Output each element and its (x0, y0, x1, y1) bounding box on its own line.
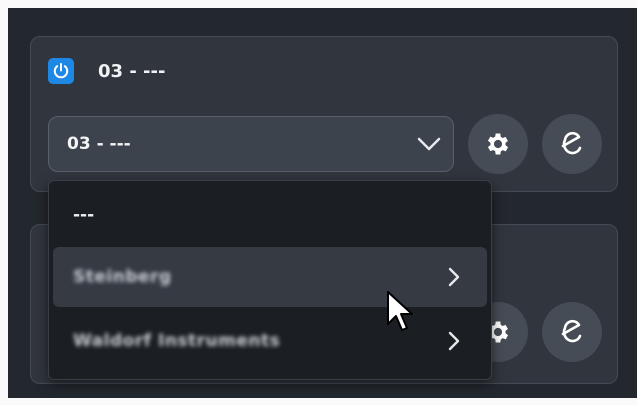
gear-icon (487, 133, 509, 155)
panel-title: 03 - --- (98, 61, 166, 82)
chevron-right-icon (448, 331, 460, 351)
preset-dropdown-menu: --- Steinberg Waldorf Instruments (48, 180, 492, 380)
edit-button[interactable] (542, 302, 602, 362)
select-value: 03 - --- (67, 134, 131, 154)
menu-item-label: Steinberg (73, 267, 172, 287)
menu-item-steinberg[interactable]: Steinberg (53, 247, 487, 307)
edit-e-icon (561, 319, 582, 343)
menu-item-label: --- (73, 205, 95, 225)
power-toggle-button[interactable] (48, 58, 74, 84)
menu-item-label: Waldorf Instruments (73, 331, 281, 351)
edit-e-icon (561, 131, 582, 155)
settings-button[interactable] (468, 114, 528, 174)
preset-select[interactable]: 03 - --- (48, 116, 454, 172)
power-icon (53, 63, 69, 79)
menu-item-none[interactable]: --- (53, 185, 487, 245)
chevron-down-icon (417, 137, 441, 151)
mouse-cursor-icon (387, 291, 413, 331)
menu-item-waldorf[interactable]: Waldorf Instruments (53, 311, 487, 371)
chevron-right-icon (448, 267, 460, 287)
edit-button[interactable] (542, 114, 602, 174)
